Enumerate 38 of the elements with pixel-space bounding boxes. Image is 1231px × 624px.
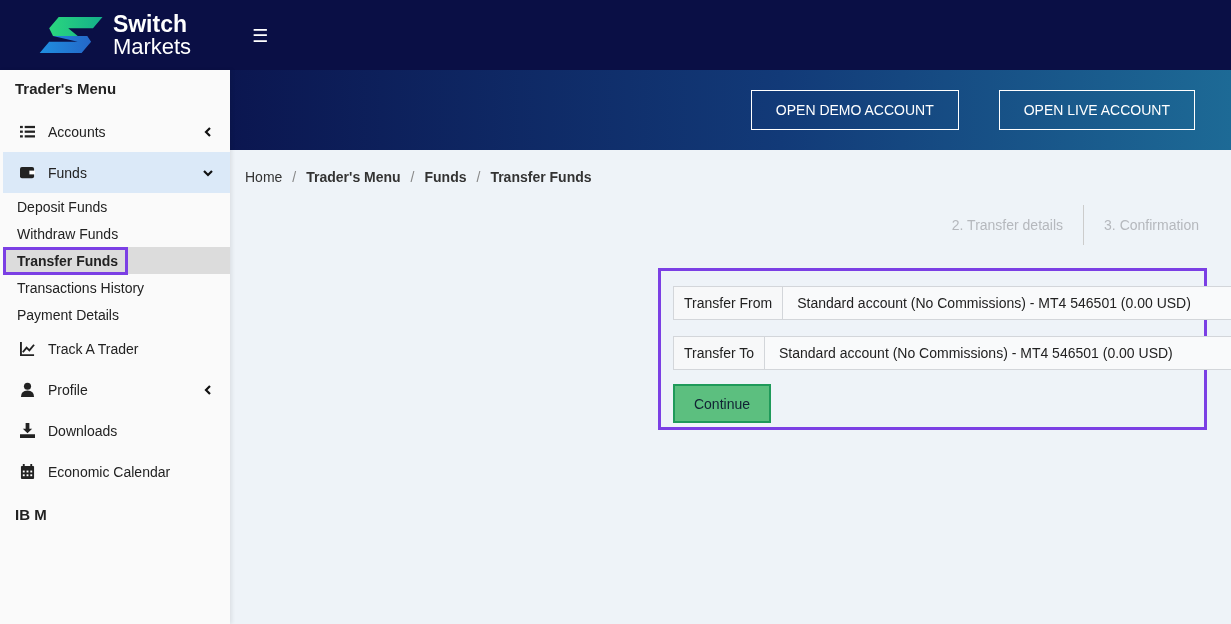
submenu-item[interactable]: Payment Details (3, 300, 129, 329)
list-icon (20, 124, 35, 139)
wallet-icon (20, 165, 35, 180)
sidebar-item[interactable]: Funds (3, 152, 230, 193)
open-account-button[interactable]: OPEN DEMO ACCOUNT (750, 90, 959, 130)
account-select[interactable]: Standard account (No Commissions) - MT4 546501 (0.00 USD) (765, 336, 1231, 370)
sidebar-item[interactable]: Economic Calendar (3, 451, 230, 492)
section-heading: IB M (14, 505, 48, 523)
sidebar-item[interactable]: Downloads (3, 410, 230, 451)
download-icon (20, 423, 35, 438)
breadcrumb-separator: / (410, 169, 415, 187)
sidebar-item[interactable]: Accounts (3, 111, 230, 152)
breadcrumb-link[interactable]: Funds (424, 169, 467, 189)
open-account-button[interactable]: OPEN LIVE ACCOUNT (998, 90, 1195, 130)
breadcrumb-link[interactable]: Transfer Funds (490, 169, 592, 189)
logo-text: Switch (112, 12, 188, 36)
sidebar-title: Trader's Menu (14, 80, 118, 99)
menu-toggle-button[interactable]: ☰ (248, 22, 273, 48)
breadcrumb-separator: / (292, 169, 297, 187)
submenu-item[interactable]: Transactions History (3, 273, 155, 302)
continue-button[interactable]: Continue (673, 384, 771, 423)
submenu-item[interactable]: Deposit Funds (3, 192, 118, 221)
breadcrumb-link[interactable]: Trader's Menu (306, 169, 401, 189)
submenu-item[interactable]: Withdraw Funds (3, 219, 129, 248)
step-label: 3. Confirmation (1104, 217, 1199, 233)
sidebar-item[interactable]: Track A Trader (3, 328, 230, 369)
logo-subtext: Markets (112, 35, 192, 58)
person-icon (20, 382, 35, 397)
sidebar-item[interactable]: Profile (3, 369, 230, 410)
account-select[interactable]: Standard account (No Commissions) - MT4 546501 (0.00 USD) (783, 286, 1231, 320)
breadcrumb-link[interactable]: Home (245, 169, 283, 189)
step-label: 2. Transfer details (951, 217, 1064, 233)
breadcrumb-separator: / (476, 169, 481, 187)
calendar-icon (20, 464, 35, 479)
submenu-item[interactable]: Transfer Funds (3, 246, 129, 275)
chart-icon (20, 341, 35, 356)
field-label: Transfer From (673, 286, 784, 320)
field-label: Transfer To (673, 336, 766, 370)
